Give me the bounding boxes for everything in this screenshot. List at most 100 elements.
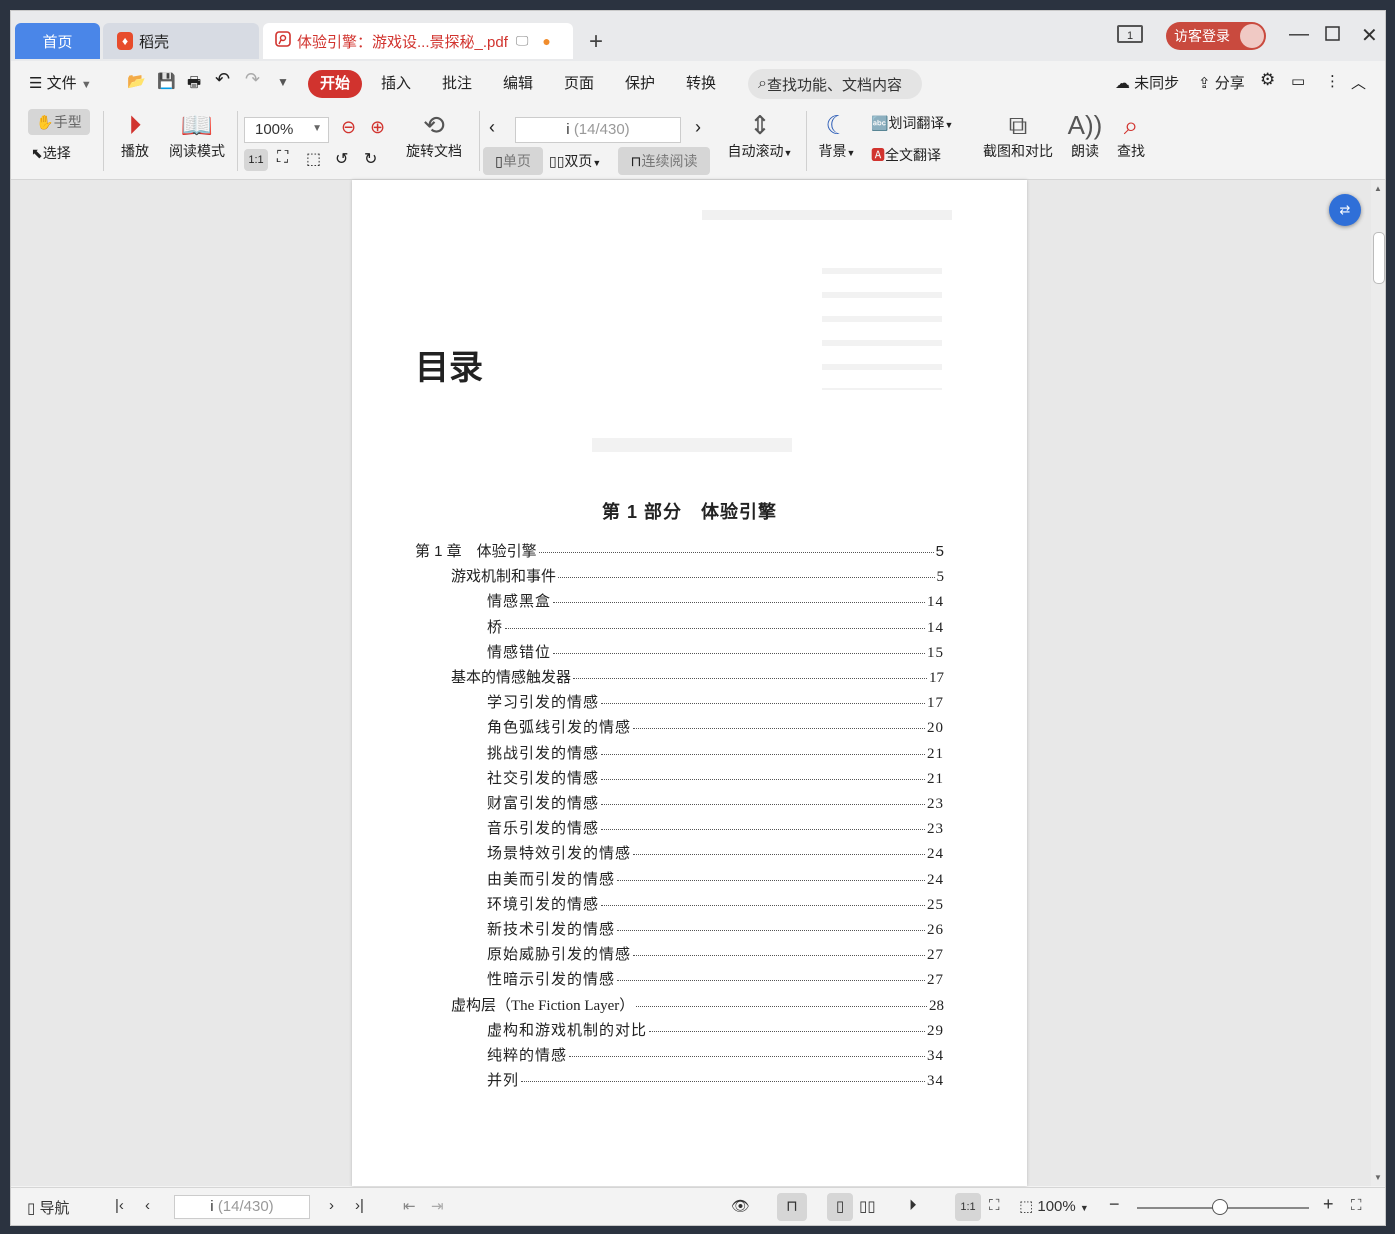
more-dropdown-icon[interactable]: ▼ — [277, 75, 289, 89]
eye-protect-icon[interactable]: 👁 — [731, 1197, 750, 1215]
zoom-slider-knob[interactable] — [1212, 1199, 1228, 1215]
toc-entry[interactable]: 桥 14 — [487, 616, 944, 637]
actual-size-icon[interactable]: 1:1 — [244, 149, 268, 171]
toc-entry[interactable]: 虚构和游戏机制的对比 29 — [487, 1019, 944, 1040]
toc-entry[interactable]: 纯粹的情感 34 — [487, 1044, 944, 1065]
first-page-icon[interactable]: |‹ — [115, 1197, 124, 1214]
toc-entry[interactable]: 情感黑盒 14 — [487, 590, 944, 611]
fit-width-icon[interactable]: ⬚ — [306, 149, 321, 169]
close-icon[interactable]: ✕ — [1361, 23, 1378, 48]
open-file-icon[interactable]: 📂 — [127, 72, 146, 90]
find-button[interactable]: ⌕ 查找 — [1113, 109, 1149, 161]
maximize-icon[interactable] — [1325, 25, 1341, 48]
zoom-out-icon[interactable]: − — [1109, 1194, 1120, 1215]
zoom-dropdown[interactable]: ⬚ 100% ▼ — [1019, 1197, 1089, 1215]
toc-entry[interactable]: 环境引发的情感 25 — [487, 893, 944, 914]
page-number-input[interactable]: i (14/430) — [515, 117, 681, 143]
undo-icon[interactable]: ↶ — [215, 69, 230, 90]
scroll-up-icon[interactable]: ▲ — [1374, 184, 1382, 193]
menu-tab-protect[interactable]: 保护 — [625, 72, 655, 93]
fit-page-icon[interactable]: ⛶ — [989, 1197, 1000, 1214]
rotate-right-icon[interactable]: ↻ — [364, 149, 377, 169]
menu-tab-edit[interactable]: 编辑 — [503, 72, 533, 93]
rotate-left-icon[interactable]: ↺ — [335, 149, 348, 169]
toc-entry[interactable]: 基本的情感触发器 17 — [451, 666, 944, 687]
toc-entry[interactable]: 社交引发的情感 21 — [487, 767, 944, 788]
search-box[interactable]: ⌕ 查找功能、文档内容 — [748, 69, 922, 99]
prev-page-icon[interactable]: ‹ — [489, 117, 495, 138]
floating-convert-icon[interactable]: ⇄ — [1329, 194, 1361, 226]
last-page-icon[interactable]: ›| — [355, 1197, 364, 1214]
scroll-down-icon[interactable]: ▼ — [1374, 1173, 1382, 1182]
monitor-icon[interactable]: 🖵 — [516, 33, 529, 49]
single-page-button[interactable]: ▯单页 — [483, 147, 543, 175]
back-icon[interactable]: ⇤ — [403, 1197, 416, 1215]
double-page-button[interactable]: ▯▯双页▼ — [549, 151, 601, 171]
next-page-icon[interactable]: › — [329, 1197, 334, 1214]
toc-entry[interactable]: 原始威胁引发的情感 27 — [487, 943, 944, 964]
sync-status[interactable]: ☁ 未同步 — [1115, 72, 1179, 93]
toc-entry[interactable]: 学习引发的情感 17 — [487, 691, 944, 712]
rotate-doc-button[interactable]: ⟲ 旋转文档 — [401, 109, 467, 161]
actual-size-icon[interactable]: 1:1 — [955, 1193, 981, 1221]
document-viewport[interactable]: 目录 第 1 部分 体验引擎 第 1 章 体验引擎 5 游戏机制和事件 5 情感黑盒 14… — [11, 180, 1385, 1186]
forward-icon[interactable]: ⇥ — [431, 1197, 444, 1215]
toc-entry[interactable]: 情感错位 15 — [487, 641, 944, 662]
play-icon[interactable]: ⏵ — [909, 1197, 917, 1214]
toc-entry[interactable]: 性暗示引发的情感 27 — [487, 968, 944, 989]
redo-icon[interactable]: ↷ — [245, 69, 260, 90]
fullscreen-icon[interactable]: ⛶ — [1351, 1197, 1362, 1214]
toc-entry[interactable]: 场景特效引发的情感 24 — [487, 842, 944, 863]
menu-tab-annotate[interactable]: 批注 — [442, 72, 472, 93]
toc-entry[interactable]: 财富引发的情感 23 — [487, 792, 944, 813]
word-translate-button[interactable]: 🔤划词翻译▼ — [871, 113, 953, 133]
settings-icon[interactable]: ⚙ — [1260, 70, 1275, 90]
hand-tool-button[interactable]: ✋手型 — [28, 109, 90, 135]
select-tool-button[interactable]: ⬉选择 — [31, 143, 71, 163]
toc-entry[interactable]: 由美而引发的情感 24 — [487, 868, 944, 889]
minimize-icon[interactable]: — — [1289, 23, 1309, 46]
comment-icon[interactable]: ▭ — [1291, 72, 1305, 90]
toc-entry[interactable]: 第 1 章 体验引擎 5 — [415, 540, 944, 561]
toc-entry[interactable]: 游戏机制和事件 5 — [451, 565, 944, 586]
continuous-mode-icon[interactable]: ⊓ — [777, 1193, 807, 1221]
menu-tab-page[interactable]: 页面 — [564, 72, 594, 93]
next-page-icon[interactable]: › — [695, 117, 701, 138]
screenshot-compare-button[interactable]: ⧉ 截图和对比 — [979, 109, 1057, 161]
toc-entry[interactable]: 挑战引发的情感 21 — [487, 742, 944, 763]
file-menu[interactable]: ☰ 文件 ▼ — [29, 72, 92, 93]
share-button[interactable]: ⇪ 分享 — [1198, 72, 1245, 93]
continuous-read-button[interactable]: ⊓连续阅读 — [618, 147, 710, 175]
double-page-mode-icon[interactable]: ▯▯ — [859, 1197, 876, 1215]
toc-entry[interactable]: 虚构层（The Fiction Layer） 28 — [451, 994, 944, 1015]
save-icon[interactable]: 💾 — [157, 72, 176, 90]
menu-tab-convert[interactable]: 转换 — [686, 72, 716, 93]
background-button[interactable]: ☾ 背景▼ — [815, 109, 859, 161]
full-translate-button[interactable]: 🅰全文翻译 — [871, 145, 941, 165]
new-tab-button[interactable]: + — [589, 28, 603, 56]
toc-entry[interactable]: 音乐引发的情感 23 — [487, 817, 944, 838]
print-icon[interactable]: 🖶 — [187, 72, 201, 97]
auto-scroll-button[interactable]: ⇕ 自动滚动▼ — [723, 109, 797, 161]
zoom-in-icon[interactable]: + — [1323, 1194, 1334, 1215]
toc-entry[interactable]: 角色弧线引发的情感 20 — [487, 716, 944, 737]
fit-page-icon[interactable]: ⛶ — [277, 149, 288, 167]
scroll-thumb[interactable] — [1373, 232, 1385, 284]
status-page-input[interactable]: i (14/430) — [174, 1195, 310, 1219]
single-page-mode-icon[interactable]: ▯ — [827, 1193, 853, 1221]
tab-daoke[interactable]: ♦ 稻壳 — [103, 23, 259, 59]
navigation-toggle[interactable]: ▯ 导航 — [27, 1197, 69, 1218]
tab-document[interactable]: 体验引擎：游戏设...景探秘_.pdf 🖵 ● — [263, 23, 573, 59]
menu-tab-start[interactable]: 开始 — [308, 70, 362, 98]
toc-entry[interactable]: 并列 34 — [487, 1069, 944, 1090]
read-mode-button[interactable]: 📖 阅读模式 — [165, 109, 229, 161]
toc-entry[interactable]: 新技术引发的情感 26 — [487, 918, 944, 939]
window-layout-button[interactable]: 1 — [1117, 25, 1143, 43]
read-aloud-button[interactable]: A)) 朗读 — [1067, 109, 1103, 161]
menu-tab-insert[interactable]: 插入 — [381, 72, 411, 93]
visitor-login-button[interactable]: 访客登录 — [1166, 22, 1266, 50]
zoom-out-icon[interactable]: ⊖ — [341, 117, 356, 138]
more-icon[interactable]: ⋮ — [1325, 72, 1340, 90]
zoom-in-icon[interactable]: ⊕ — [370, 117, 385, 138]
collapse-ribbon-icon[interactable]: ︿ — [1351, 72, 1366, 93]
